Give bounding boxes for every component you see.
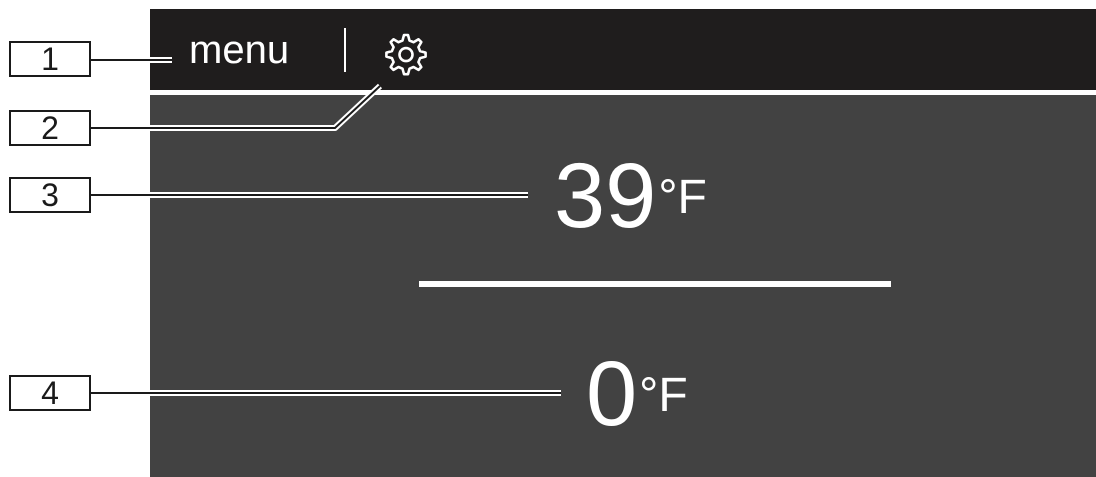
callout-4: 4 [9,375,91,411]
fridge-temperature[interactable]: 39°F [554,150,707,242]
menu-separator [344,28,346,72]
topbar-divider [150,90,1096,95]
callout-3: 3 [9,177,91,213]
freezer-temperature[interactable]: 0°F [586,348,688,440]
top-bar: menu [150,9,1096,90]
gear-outline [385,33,427,76]
callout-1: 1 [9,41,91,77]
control-panel-display: menu 39°F 0°F [150,9,1096,477]
fridge-temperature-unit: °F [658,171,707,224]
gear-hub [398,46,414,63]
fridge-temperature-value: 39 [554,145,657,247]
menu-button[interactable]: menu [189,27,289,73]
freezer-temperature-value: 0 [586,343,638,445]
freezer-temperature-unit: °F [639,369,688,422]
compartment-divider [419,281,891,287]
gear-icon[interactable] [379,29,429,79]
callout-2: 2 [9,110,91,146]
